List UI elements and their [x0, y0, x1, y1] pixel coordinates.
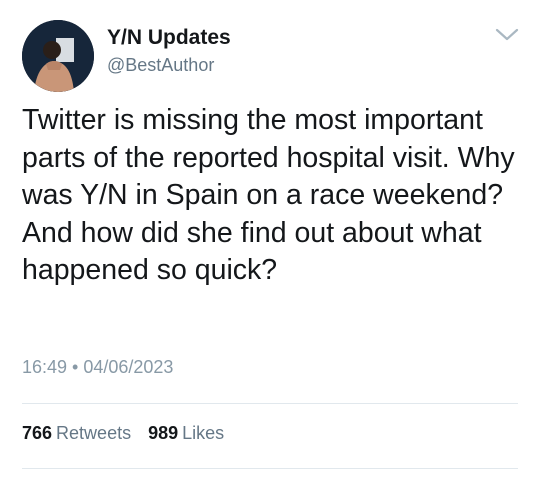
likes-count: 989 [148, 423, 179, 443]
tweet-date: 04/06/2023 [83, 357, 174, 377]
avatar[interactable] [22, 20, 94, 92]
retweets-count: 766 [22, 423, 53, 443]
retweets-stat[interactable]: 766 Retweets [22, 423, 131, 444]
likes-stat[interactable]: 989 Likes [148, 423, 224, 444]
timestamp[interactable]: 16:49 • 04/06/2023 [22, 357, 173, 378]
chevron-down-icon[interactable] [494, 26, 520, 44]
retweets-label: Retweets [56, 423, 132, 443]
likes-label: Likes [182, 423, 225, 443]
tweet-time: 16:49 [22, 357, 68, 377]
username-handle[interactable]: @BestAuthor [107, 55, 214, 76]
tweet-card: Y/N Updates @BestAuthor Twitter is missi… [0, 0, 540, 477]
avatar-photo [22, 20, 94, 92]
divider [22, 403, 518, 404]
tweet-text: Twitter is missing the most important pa… [22, 104, 515, 286]
separator-dot: • [72, 357, 79, 377]
display-name[interactable]: Y/N Updates [107, 26, 231, 50]
engagement-stats: 766 Retweets 989 Likes [22, 423, 236, 444]
divider [22, 468, 518, 469]
